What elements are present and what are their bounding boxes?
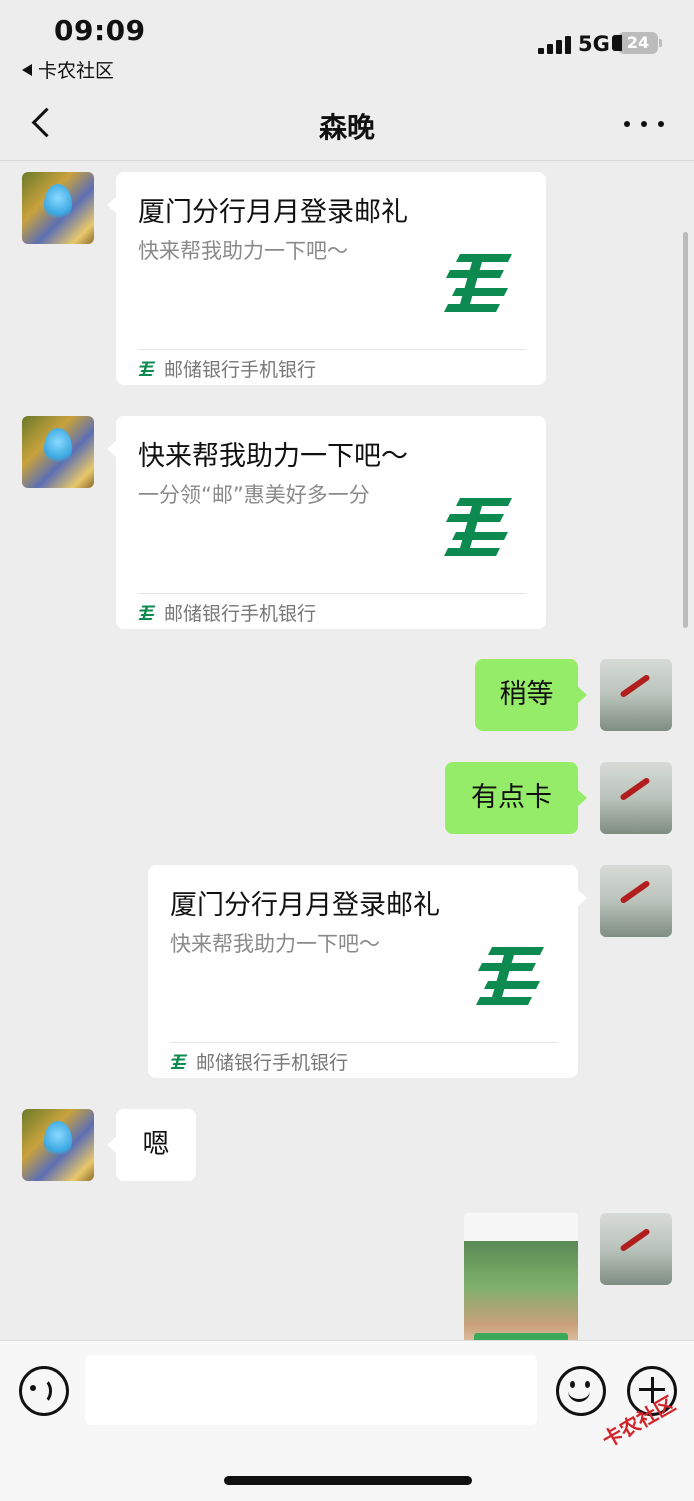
battery-icon: 24 <box>612 32 662 54</box>
postal-bank-small-icon <box>170 1054 188 1069</box>
card-divider <box>138 593 526 594</box>
back-app-label: 卡农社区 <box>38 60 115 82</box>
thumbnail-body <box>464 1241 578 1340</box>
card-source: 邮储银行手机银行 <box>138 355 316 382</box>
voice-input-icon[interactable] <box>19 1366 69 1416</box>
message-input[interactable] <box>85 1355 537 1425</box>
card-title: 厦门分行月月登录邮礼 <box>170 890 440 921</box>
postal-bank-logo-icon <box>444 254 512 312</box>
network-type: 5G <box>578 32 610 56</box>
back-to-app-link[interactable]: 卡农社区 <box>22 56 114 83</box>
thumbnail-button <box>474 1333 568 1340</box>
emoji-icon[interactable] <box>556 1366 606 1416</box>
postal-bank-logo-icon <box>476 947 544 1005</box>
card-description: 快来帮我助力一下吧～ <box>170 932 380 956</box>
link-card-message[interactable]: 厦门分行月月登录邮礼 快来帮我助力一下吧～ 邮储银行手机银行 <box>107 172 546 385</box>
link-card-message[interactable]: 厦门分行月月登录邮礼 快来帮我助力一下吧～ 邮储银行手机银行 <box>148 865 587 1078</box>
postal-bank-logo-icon <box>444 498 512 556</box>
chat-scrollbar[interactable] <box>683 232 688 628</box>
status-bar: 09:09 卡农社区 5G 24 <box>0 0 694 88</box>
thumbnail-header <box>464 1213 578 1241</box>
link-card-message[interactable]: 快来帮我助力一下吧～ 一分领“邮”惠美好多一分 邮储银行手机银行 <box>107 416 546 629</box>
postal-bank-small-icon <box>138 605 156 620</box>
chat-messages[interactable]: 厦门分行月月登录邮礼 快来帮我助力一下吧～ 邮储银行手机银行 快来帮我助力一下吧… <box>0 161 694 1340</box>
card-description: 快来帮我助力一下吧～ <box>138 239 348 263</box>
card-source: 邮储银行手机银行 <box>138 599 316 626</box>
back-triangle-icon <box>22 63 32 76</box>
card-source-label: 邮储银行手机银行 <box>164 603 317 625</box>
more-options-icon[interactable] <box>624 110 664 138</box>
my-avatar[interactable] <box>600 1213 672 1285</box>
sent-text-bubble[interactable]: 有点卡 <box>445 762 587 834</box>
chat-title: 森晚 <box>318 111 375 144</box>
card-description: 一分领“邮”惠美好多一分 <box>138 483 370 507</box>
card-title: 快来帮我助力一下吧～ <box>138 441 408 472</box>
card-divider <box>170 1042 558 1043</box>
chat-header: 森晚 <box>0 88 694 161</box>
my-avatar[interactable] <box>600 865 672 937</box>
card-source: 邮储银行手机银行 <box>170 1048 348 1075</box>
status-time: 09:09 <box>54 14 146 47</box>
card-divider <box>138 349 526 350</box>
card-title: 厦门分行月月登录邮礼 <box>138 197 408 228</box>
home-indicator <box>224 1476 472 1485</box>
postal-bank-small-icon <box>138 361 156 376</box>
card-source-label: 邮储银行手机银行 <box>196 1052 349 1074</box>
my-avatar[interactable] <box>600 659 672 731</box>
signal-icon <box>538 34 572 54</box>
card-source-label: 邮储银行手机银行 <box>164 359 317 381</box>
contact-avatar[interactable] <box>22 416 94 488</box>
my-avatar[interactable] <box>600 762 672 834</box>
sent-text-bubble[interactable]: 稍等 <box>475 659 587 731</box>
received-text-bubble[interactable]: 嗯 <box>107 1109 196 1181</box>
sent-image-thumbnail[interactable] <box>464 1213 578 1340</box>
contact-avatar[interactable] <box>22 172 94 244</box>
contact-avatar[interactable] <box>22 1109 94 1181</box>
